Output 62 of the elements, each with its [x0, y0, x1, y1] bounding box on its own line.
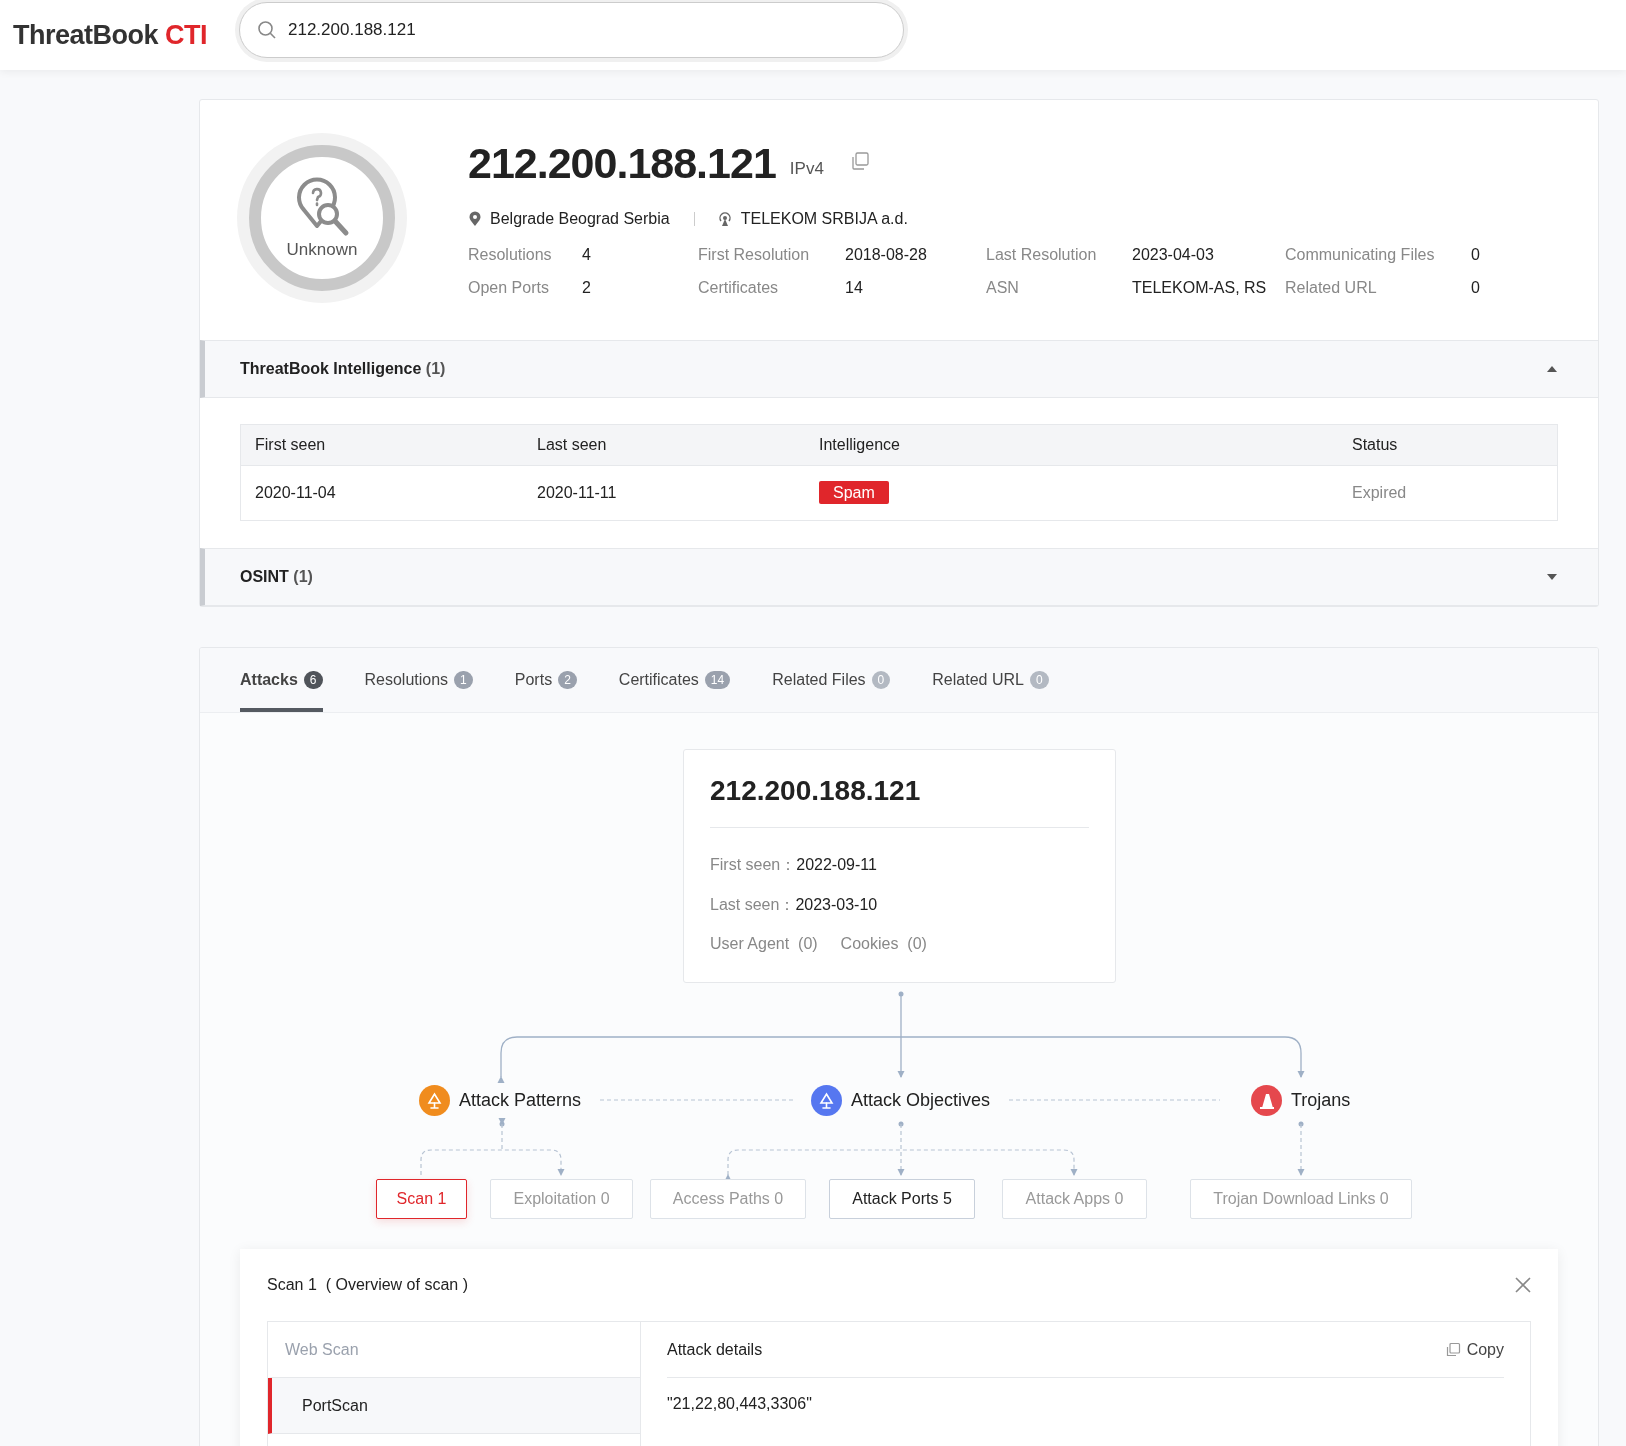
stat-label: Open Ports: [468, 279, 550, 297]
ip-address-title: 212.200.188.121: [468, 139, 776, 187]
scan-type-item[interactable]: PortScan: [268, 1378, 640, 1434]
node-extra[interactable]: User Agent (0): [710, 935, 818, 953]
tab[interactable]: Attacks 6: [240, 648, 323, 712]
stat-value: 2018-08-28: [845, 246, 928, 264]
section-title: OSINT (1): [240, 568, 313, 586]
tab[interactable]: Ports 2: [514, 648, 577, 712]
antenna-icon: [716, 211, 733, 227]
stat-value: 14: [845, 279, 864, 297]
category-label: Trojans: [1291, 1090, 1351, 1111]
attack-item-button[interactable]: Scan 1: [376, 1179, 467, 1219]
attack-item-button[interactable]: Attack Ports 5: [829, 1179, 975, 1219]
node-ip-title: 212.200.188.121: [710, 775, 922, 807]
location-text: Belgrade Beograd Serbia: [490, 210, 670, 228]
stat-label: First Resolution: [698, 246, 811, 264]
stat-label: ASN: [986, 279, 1020, 297]
stat-value: 2023-04-03: [1132, 246, 1215, 264]
copy-icon: [1444, 1341, 1461, 1358]
logo[interactable]: ThreatBook CTI: [13, 19, 228, 51]
stat-value: 4: [582, 246, 592, 264]
verdict-label: Unknown: [286, 240, 358, 260]
copy-button[interactable]: Copy: [1444, 1340, 1504, 1359]
node-detail: First seen：2022-09-11: [710, 855, 878, 875]
stat-label: Communicating Files: [1285, 246, 1436, 264]
column-header: Status: [1352, 436, 1399, 454]
section-header[interactable]: OSINT (1): [200, 548, 1598, 606]
stat-label: Related URL: [1285, 279, 1378, 297]
stat-label: Last Resolution: [986, 246, 1098, 264]
stat-value: 0: [1471, 246, 1481, 264]
isp-text: TELEKOM SRBIJA a.d.: [740, 210, 908, 228]
column-header: Last seen: [537, 436, 608, 454]
table-cell-text: 2020-11-11: [537, 484, 618, 502]
stat-value: TELEKOM-AS, RS: [1132, 279, 1268, 297]
copy-icon[interactable]: [849, 151, 870, 171]
status-cell-text: Expired: [1352, 484, 1408, 502]
search-field[interactable]: 212.200.188.121: [239, 2, 904, 58]
connector-line: [1297, 1121, 1305, 1176]
column-header: First seen: [255, 436, 327, 454]
section-title: ThreatBook Intelligence (1): [240, 360, 446, 378]
caret-icon: [1546, 365, 1558, 373]
category-label: Attack Objectives: [851, 1090, 991, 1111]
details-value: "21,22,80,443,3306": [667, 1395, 813, 1413]
category-label: Attack Patterns: [459, 1090, 582, 1111]
details-title: Attack details: [667, 1340, 763, 1359]
intelligence-tag: Spam: [819, 481, 889, 504]
tab[interactable]: Certificates 14: [618, 648, 731, 712]
location-pin-icon: [468, 211, 482, 227]
stat-value: 2: [582, 279, 592, 297]
table-cell-text: 2020-11-04: [255, 484, 337, 502]
stat-label: Certificates: [698, 279, 780, 297]
node-detail: Last seen：2023-03-10: [710, 895, 879, 915]
stat-label: Resolutions: [468, 246, 553, 264]
caret-icon: [1546, 573, 1558, 581]
section-header[interactable]: ThreatBook Intelligence (1): [200, 340, 1598, 398]
column-header: Intelligence: [819, 436, 901, 454]
panel-title: Scan 1 ( Overview of scan ): [267, 1276, 468, 1294]
close-icon[interactable]: [1515, 1277, 1531, 1293]
node-extra[interactable]: Cookies (0): [840, 935, 927, 953]
tab[interactable]: Resolutions 1: [364, 648, 473, 712]
ip-type-label: IPv4: [789, 159, 824, 179]
stat-value: 0: [1471, 279, 1481, 297]
